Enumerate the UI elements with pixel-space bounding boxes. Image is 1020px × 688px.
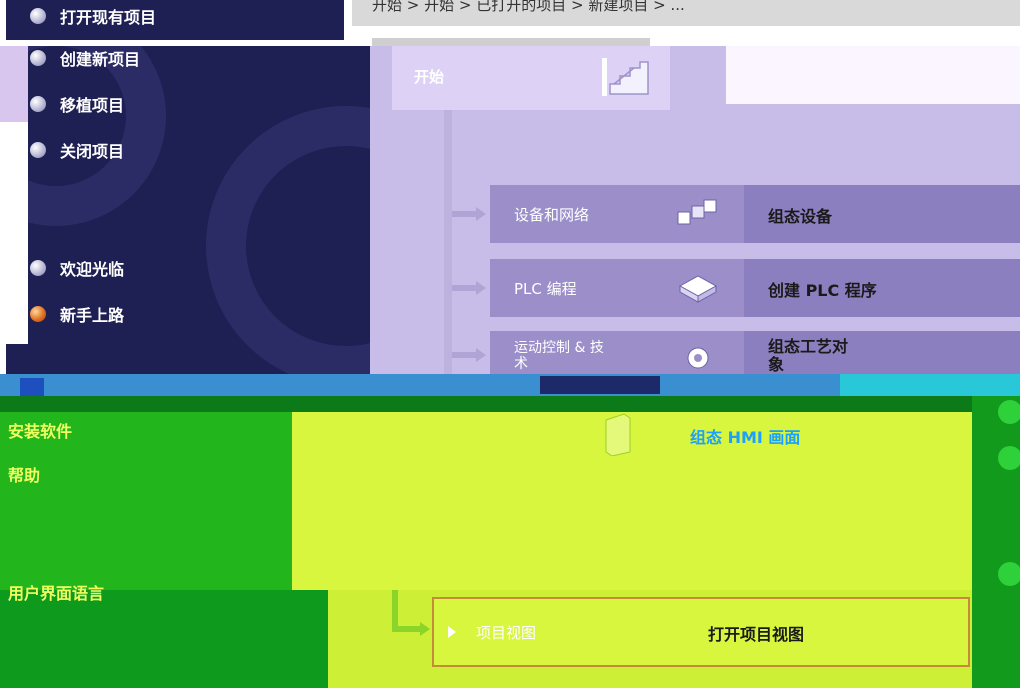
- connector-line: [392, 590, 398, 630]
- row-label: 设备和网络: [514, 206, 590, 224]
- bullet-icon: [30, 96, 46, 112]
- bullet-icon: [30, 50, 46, 66]
- lower-main-panel: [292, 412, 972, 590]
- connector-arrow: [452, 211, 478, 217]
- devices-icon: [677, 199, 717, 225]
- row-label: 运动控制 & 技术: [514, 340, 604, 372]
- sidebar-item-open-existing[interactable]: 打开现有项目: [30, 4, 156, 28]
- sidebar-item-label: 移植项目: [60, 96, 125, 115]
- main-panel-header: [726, 46, 1020, 104]
- sidebar-item-migrate[interactable]: 移植项目: [30, 92, 124, 116]
- scroll-knob[interactable]: [998, 562, 1020, 586]
- sidebar-item-label: 创建新项目: [60, 50, 141, 69]
- sidebar-item-label: 新手上路: [60, 306, 125, 325]
- active-bullet-icon: [30, 306, 46, 322]
- hmi-panel-icon: [605, 413, 631, 456]
- connector-arrow: [452, 352, 478, 358]
- connector-arrow: [452, 285, 478, 291]
- project-view-action: 打开项目视图: [708, 625, 805, 644]
- bullet-icon: [30, 8, 46, 24]
- arrow-icon: [476, 281, 486, 295]
- sidebar-item-help[interactable]: 帮助: [8, 462, 40, 486]
- bullet-icon: [30, 260, 46, 276]
- play-icon: [448, 626, 456, 638]
- row-label: PLC 编程: [514, 280, 577, 298]
- arrow-icon: [476, 207, 486, 221]
- arrow-icon: [476, 348, 486, 362]
- start-title: 开始: [414, 68, 445, 86]
- connector-line: [444, 110, 452, 374]
- gear-icon: [687, 347, 709, 369]
- background-gear-icon: [206, 106, 370, 374]
- row-action: 创建 PLC 程序: [768, 281, 877, 300]
- hmi-action[interactable]: 组态 HMI 画面: [690, 424, 800, 448]
- row-action: 组态设备: [768, 207, 833, 226]
- nav-edge: [0, 122, 28, 344]
- plc-program-icon: [678, 275, 718, 303]
- sidebar-item-close[interactable]: 关闭项目: [30, 138, 124, 162]
- lower-connector-area: [292, 590, 328, 688]
- lower-nav-footer: [0, 590, 292, 688]
- bullet-icon: [30, 142, 46, 158]
- scroll-knob[interactable]: [998, 400, 1020, 424]
- row-action: 组态工艺对象: [768, 337, 849, 374]
- connector-line: [392, 626, 422, 632]
- background-gear-icon: [6, 46, 166, 226]
- arrow-icon: [420, 622, 430, 636]
- sidebar-item-label: 打开现有项目: [60, 8, 157, 27]
- sidebar-item-ui-language[interactable]: 用户界面语言: [8, 580, 104, 604]
- project-view-label: 项目视图: [476, 624, 537, 642]
- nav-accent: [0, 46, 28, 122]
- glitch-band: [0, 374, 1020, 396]
- sidebar-item-label: 欢迎光临: [60, 260, 125, 279]
- scroll-knob[interactable]: [998, 446, 1020, 470]
- breadcrumb: 开始 > 开始 > 已打开的项目 > 新建项目 > ...: [372, 0, 685, 14]
- sidebar-item-install-software[interactable]: 安装软件: [8, 418, 72, 442]
- sidebar-item-create-new[interactable]: 创建新项目: [30, 46, 140, 70]
- glitch-band: [0, 396, 1020, 412]
- lower-right-edge: [972, 396, 1020, 688]
- sidebar-item-label: 关闭项目: [60, 142, 125, 161]
- divider: [372, 38, 650, 46]
- sidebar-item-welcome[interactable]: 欢迎光临: [30, 256, 124, 280]
- sidebar-item-first-steps[interactable]: 新手上路: [30, 302, 124, 326]
- stairs-icon: [602, 58, 649, 96]
